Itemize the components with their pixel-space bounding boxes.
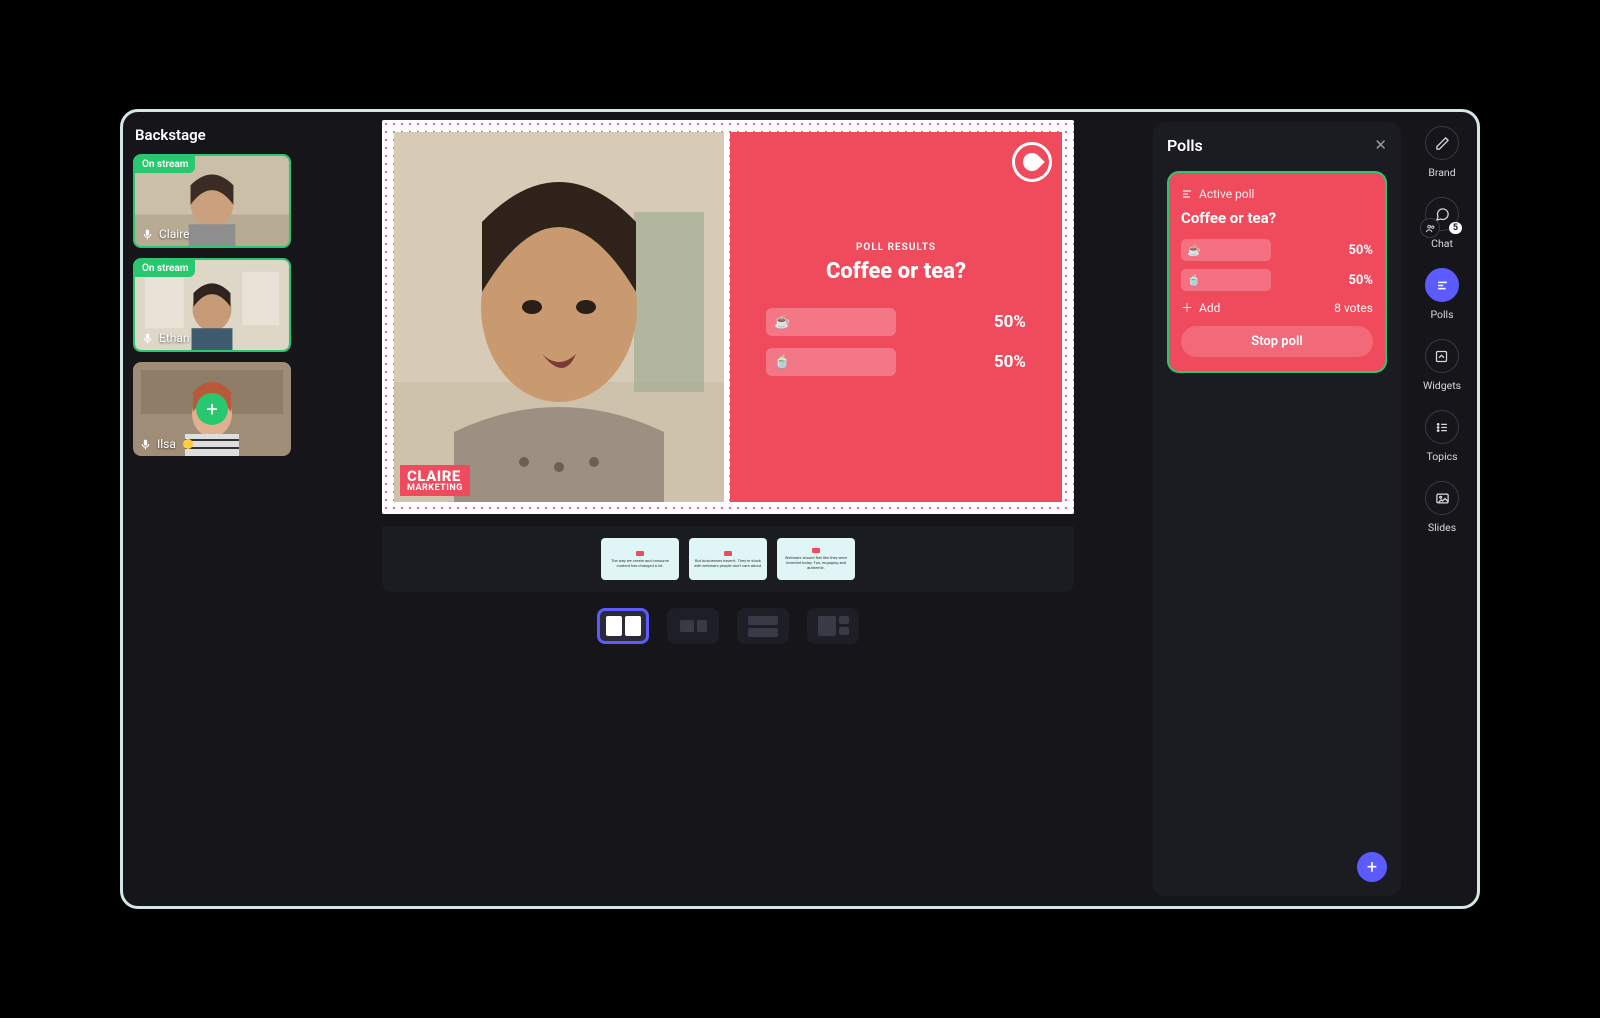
new-poll-button[interactable]: + bbox=[1357, 852, 1387, 882]
chat-icon: 5 bbox=[1425, 197, 1459, 231]
list-icon bbox=[1425, 410, 1459, 444]
stop-poll-button[interactable]: Stop poll bbox=[1181, 326, 1373, 357]
poll-option-bar: ☕ bbox=[1181, 239, 1271, 261]
participant-tile-ilsa[interactable]: + Ilsa bbox=[133, 362, 291, 456]
layout-grid-button[interactable] bbox=[807, 608, 859, 644]
poll-option-bar: ☕ bbox=[766, 308, 896, 336]
on-stream-badge: On stream bbox=[135, 260, 195, 277]
close-panel-button[interactable]: ✕ bbox=[1374, 136, 1387, 154]
brand-logo-icon bbox=[1012, 142, 1052, 182]
add-option-button[interactable]: ＋Add bbox=[1181, 299, 1220, 316]
widget-icon bbox=[1425, 339, 1459, 373]
app-window: Backstage On stream Claire On stream Eth… bbox=[120, 109, 1480, 909]
active-poll-card: Active poll Coffee or tea? ☕ 50% 🍵 50% ＋… bbox=[1167, 171, 1387, 373]
rail-item-widgets[interactable]: Widgets bbox=[1423, 339, 1461, 392]
slide-text: Webinars should feel like they were inve… bbox=[780, 555, 852, 570]
rail-item-topics[interactable]: Topics bbox=[1425, 410, 1459, 463]
poll-overlay: POLL RESULTS Coffee or tea? ☕ 50% 🍵 50% bbox=[730, 132, 1062, 502]
rail-label: Chat bbox=[1431, 237, 1453, 250]
sidebar-rail: Brand 5 Chat Polls Widgets Topics Slides bbox=[1407, 112, 1477, 906]
poll-option-pct: 50% bbox=[1348, 273, 1373, 288]
votes-count: 8 votes bbox=[1334, 301, 1373, 315]
participant-tile-claire[interactable]: On stream Claire bbox=[133, 154, 291, 248]
backstage-title: Backstage bbox=[133, 126, 293, 144]
active-poll-header: Active poll bbox=[1181, 187, 1373, 201]
active-poll-question: Coffee or tea? bbox=[1181, 209, 1373, 227]
mic-icon bbox=[141, 332, 154, 345]
panel-title: Polls bbox=[1167, 136, 1387, 155]
rail-item-polls[interactable]: Polls bbox=[1425, 268, 1459, 321]
poll-option-row: ☕ 50% bbox=[766, 308, 1026, 336]
image-icon bbox=[1425, 481, 1459, 515]
rail-label: Polls bbox=[1430, 308, 1453, 321]
rail-label: Widgets bbox=[1423, 379, 1461, 392]
add-to-stream-button[interactable]: + bbox=[196, 393, 228, 425]
coffee-icon: ☕ bbox=[1187, 244, 1201, 257]
poll-icon bbox=[1425, 268, 1459, 302]
tea-icon: 🍵 bbox=[774, 355, 790, 370]
rail-item-chat[interactable]: 5 Chat bbox=[1425, 197, 1459, 250]
speaker-role: MARKETING bbox=[407, 484, 463, 493]
layout-pip-button[interactable] bbox=[667, 608, 719, 644]
speaker-video-tile[interactable]: CLAIRE MARKETING bbox=[394, 132, 724, 502]
poll-question: Coffee or tea? bbox=[826, 259, 966, 284]
layout-switcher bbox=[597, 608, 859, 644]
poll-option-row[interactable]: ☕ 50% bbox=[1181, 239, 1373, 261]
slide-thumbnails: The way we create and consume content ha… bbox=[382, 526, 1074, 592]
rail-label: Brand bbox=[1428, 166, 1455, 179]
poll-icon bbox=[1181, 188, 1193, 200]
poll-option-pct: 50% bbox=[994, 352, 1026, 372]
speaker-nametag: CLAIRE MARKETING bbox=[400, 465, 470, 496]
speaker-name: CLAIRE bbox=[407, 469, 463, 484]
poll-option-row[interactable]: 🍵 50% bbox=[1181, 269, 1373, 291]
tea-icon: 🍵 bbox=[1187, 274, 1201, 287]
poll-option-bar: 🍵 bbox=[1181, 269, 1271, 291]
participant-name: Ethan bbox=[159, 331, 190, 345]
stage-area: CLAIRE MARKETING POLL RESULTS Coffee or … bbox=[303, 112, 1153, 906]
pencil-icon bbox=[1425, 126, 1459, 160]
slide-thumbnail[interactable]: Webinars should feel like they were inve… bbox=[777, 538, 855, 580]
rail-item-slides[interactable]: Slides bbox=[1425, 481, 1459, 534]
poll-option-pct: 50% bbox=[994, 312, 1026, 332]
poll-option-pct: 50% bbox=[1348, 243, 1373, 258]
active-poll-label: Active poll bbox=[1199, 187, 1254, 201]
mic-icon bbox=[139, 438, 152, 451]
slide-thumbnail[interactable]: But businesses haven't. They're stuck wi… bbox=[689, 538, 767, 580]
rail-label: Slides bbox=[1428, 521, 1456, 534]
rail-label: Topics bbox=[1426, 450, 1457, 463]
layout-focus-button[interactable] bbox=[737, 608, 789, 644]
participant-name: Ilsa bbox=[157, 437, 176, 451]
poll-option-bar: 🍵 bbox=[766, 348, 896, 376]
polls-panel: Polls ✕ Active poll Coffee or tea? ☕ 50%… bbox=[1153, 122, 1401, 896]
slide-text: The way we create and consume content ha… bbox=[604, 558, 676, 568]
on-stream-badge: On stream bbox=[135, 156, 195, 173]
poll-subtitle: POLL RESULTS bbox=[856, 242, 936, 253]
participant-tile-ethan[interactable]: On stream Ethan bbox=[133, 258, 291, 352]
chat-badge: 5 bbox=[1449, 222, 1462, 234]
slide-text: But businesses haven't. They're stuck wi… bbox=[692, 558, 764, 568]
stage-canvas[interactable]: CLAIRE MARKETING POLL RESULTS Coffee or … bbox=[382, 120, 1074, 514]
status-away-icon bbox=[183, 439, 193, 449]
coffee-icon: ☕ bbox=[774, 315, 790, 330]
people-icon bbox=[1420, 218, 1440, 238]
participant-name: Claire bbox=[159, 227, 190, 241]
slide-thumbnail[interactable]: The way we create and consume content ha… bbox=[601, 538, 679, 580]
backstage-panel: Backstage On stream Claire On stream Eth… bbox=[123, 112, 303, 906]
layout-split-button[interactable] bbox=[597, 608, 649, 644]
add-option-label: Add bbox=[1199, 301, 1220, 315]
mic-icon bbox=[141, 228, 154, 241]
poll-option-row: 🍵 50% bbox=[766, 348, 1026, 376]
rail-item-brand[interactable]: Brand bbox=[1425, 126, 1459, 179]
